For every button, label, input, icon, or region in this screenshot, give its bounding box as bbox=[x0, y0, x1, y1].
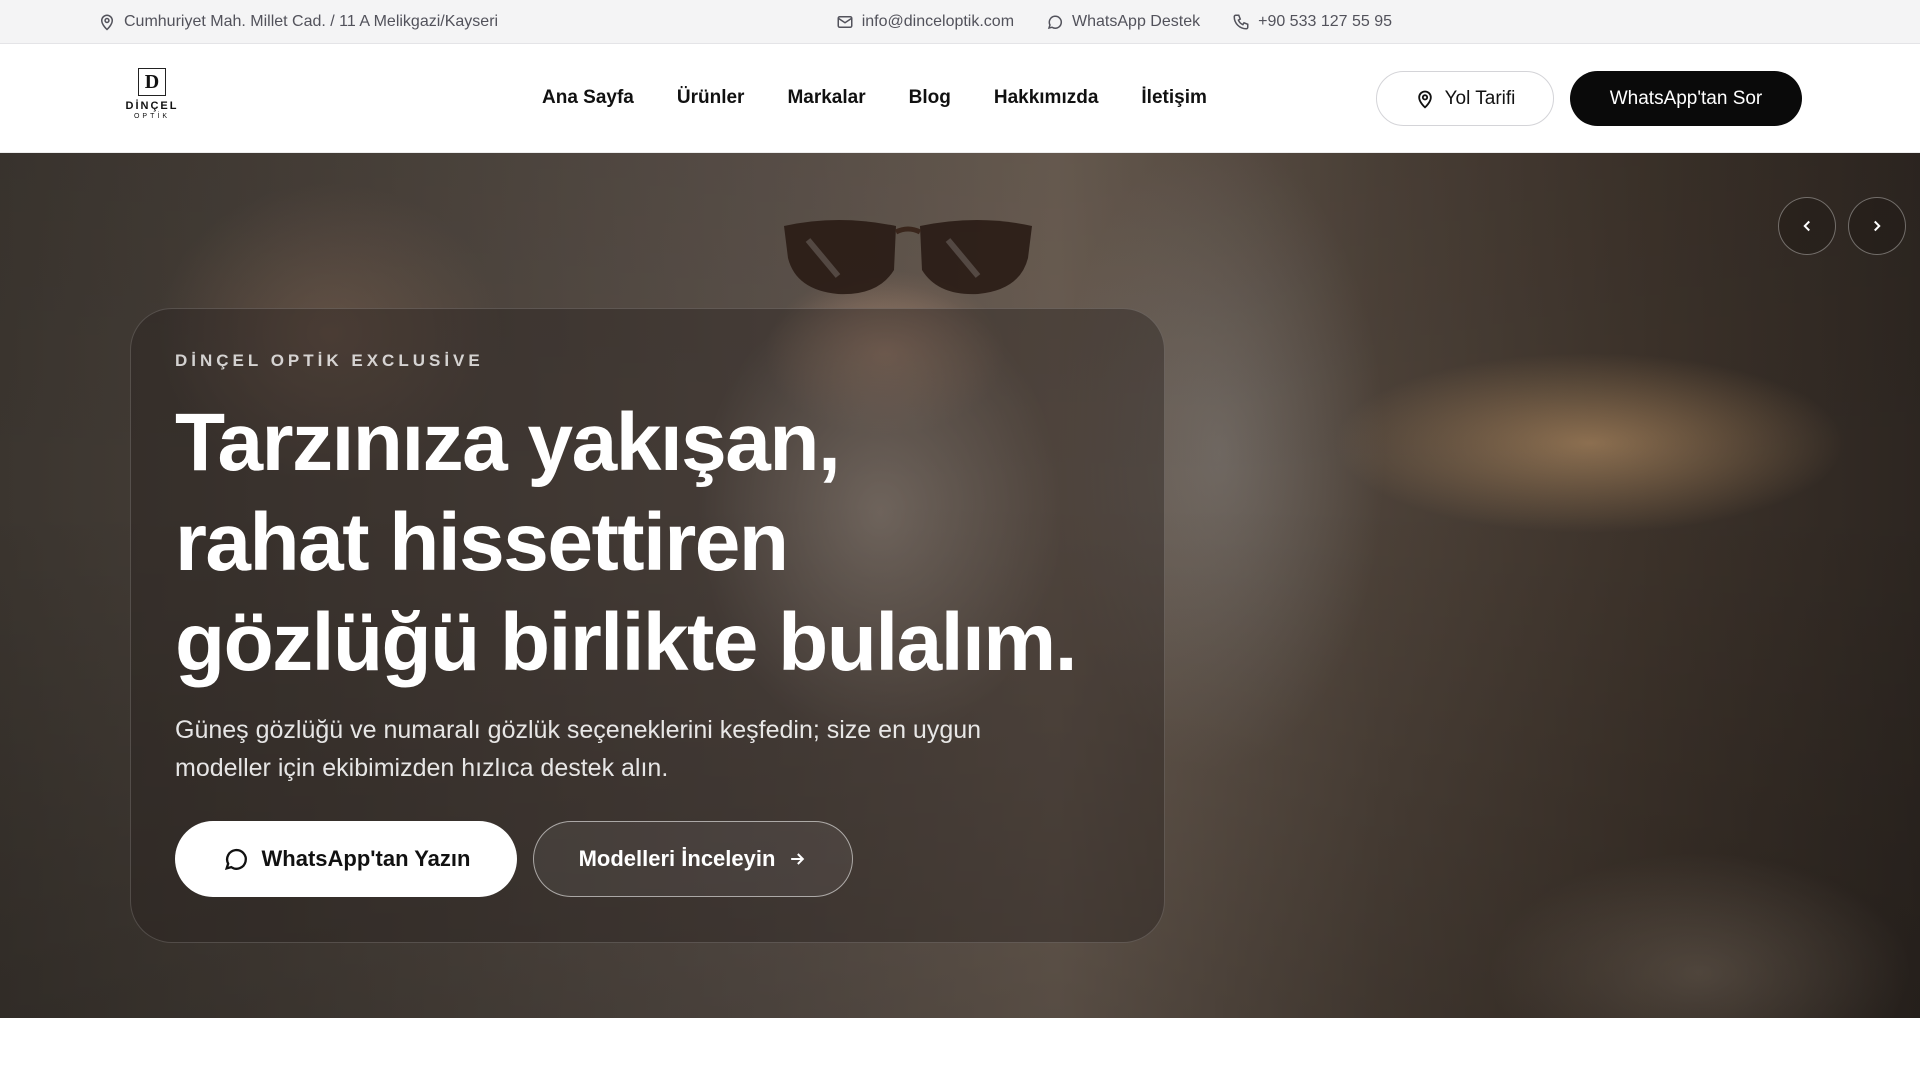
chat-bubble-icon bbox=[1047, 15, 1063, 29]
logo-mark: D bbox=[138, 68, 166, 96]
directions-button-label: Yol Tarifi bbox=[1444, 87, 1516, 109]
site-header: D DİNÇEL OPTİK Ana Sayfa Ürünler Markala… bbox=[0, 44, 1920, 153]
arrow-right-icon bbox=[791, 853, 805, 865]
phone-icon bbox=[1233, 14, 1249, 30]
main-nav: Ana Sayfa Ürünler Markalar Blog Hakkımız… bbox=[542, 44, 1207, 152]
nav-item-contact[interactable]: İletişim bbox=[1141, 87, 1206, 109]
hero-headline-line1: Tarzınıza yakışan, bbox=[175, 397, 841, 488]
phone-text: +90 533 127 55 95 bbox=[1258, 12, 1392, 30]
nav-item-blog[interactable]: Blog bbox=[909, 87, 951, 109]
hero-eyebrow: DİNÇEL OPTİK EXCLUSİVE bbox=[175, 351, 484, 370]
hero-headline-line2: rahat hissettiren bbox=[175, 497, 789, 588]
whatsapp-write-button[interactable]: WhatsApp'tan Yazın bbox=[175, 821, 517, 897]
hero-headline-line3: gözlüğü birlikte bulalım. bbox=[175, 597, 1077, 688]
nav-item-brands[interactable]: Markalar bbox=[787, 87, 865, 109]
slider-prev-button[interactable] bbox=[1778, 197, 1836, 255]
hero-card: DİNÇEL OPTİK EXCLUSİVE Tarzınıza yakışan… bbox=[130, 308, 1165, 943]
logo-line2: OPTİK bbox=[133, 113, 170, 120]
hero-sunglasses-graphic bbox=[784, 220, 1032, 295]
address-text: Cumhuriyet Mah. Millet Cad. / 11 A Melik… bbox=[124, 12, 499, 30]
map-pin-icon bbox=[1417, 90, 1432, 109]
whatsapp-support-link[interactable]: WhatsApp Destek bbox=[1046, 13, 1200, 31]
directions-button[interactable]: Yol Tarifi bbox=[1376, 71, 1554, 126]
nav-item-home[interactable]: Ana Sayfa bbox=[542, 87, 634, 109]
logo-line1: DİNÇEL bbox=[125, 100, 179, 112]
brand-logo[interactable]: D DİNÇEL OPTİK bbox=[122, 68, 182, 128]
address-item: Cumhuriyet Mah. Millet Cad. / 11 A Melik… bbox=[98, 13, 498, 31]
nav-item-products[interactable]: Ürünler bbox=[677, 87, 745, 109]
hero-section: DİNÇEL OPTİK EXCLUSİVE Tarzınıza yakışan… bbox=[0, 153, 1920, 1018]
view-models-button[interactable]: Modelleri İnceleyin bbox=[533, 821, 853, 897]
slider-next-button[interactable] bbox=[1848, 197, 1906, 255]
email-link[interactable]: info@dinceloptik.com bbox=[836, 13, 1014, 31]
nav-item-about[interactable]: Hakkımızda bbox=[994, 87, 1099, 109]
mail-icon bbox=[837, 15, 853, 28]
chevron-right-icon bbox=[1874, 220, 1881, 232]
whatsapp-ask-button-label: WhatsApp'tan Sor bbox=[1609, 87, 1763, 109]
hero-cta-row: WhatsApp'tan Yazın Modelleri İnceleyin bbox=[175, 821, 853, 897]
whatsapp-ask-button[interactable]: WhatsApp'tan Sor bbox=[1570, 71, 1802, 126]
view-models-button-label: Modelleri İnceleyin bbox=[578, 846, 776, 871]
hero-lead-text: Güneş gözlüğü ve numaralı gözlük seçenek… bbox=[175, 716, 982, 782]
email-text: info@dinceloptik.com bbox=[861, 12, 1015, 30]
map-pin-icon bbox=[100, 14, 114, 31]
phone-link[interactable]: +90 533 127 55 95 bbox=[1232, 13, 1392, 31]
chevron-left-icon bbox=[1803, 220, 1810, 232]
top-info-bar: Cumhuriyet Mah. Millet Cad. / 11 A Melik… bbox=[0, 0, 1920, 44]
hero-headline: Tarzınıza yakışan, rahat hissettiren göz… bbox=[175, 393, 1120, 693]
contact-links: info@dinceloptik.com WhatsApp Destek +90… bbox=[836, 13, 1392, 31]
whatsapp-write-button-label: WhatsApp'tan Yazın bbox=[261, 846, 471, 871]
whatsapp-support-text: WhatsApp Destek bbox=[1072, 12, 1201, 30]
chat-bubble-icon bbox=[224, 848, 247, 870]
